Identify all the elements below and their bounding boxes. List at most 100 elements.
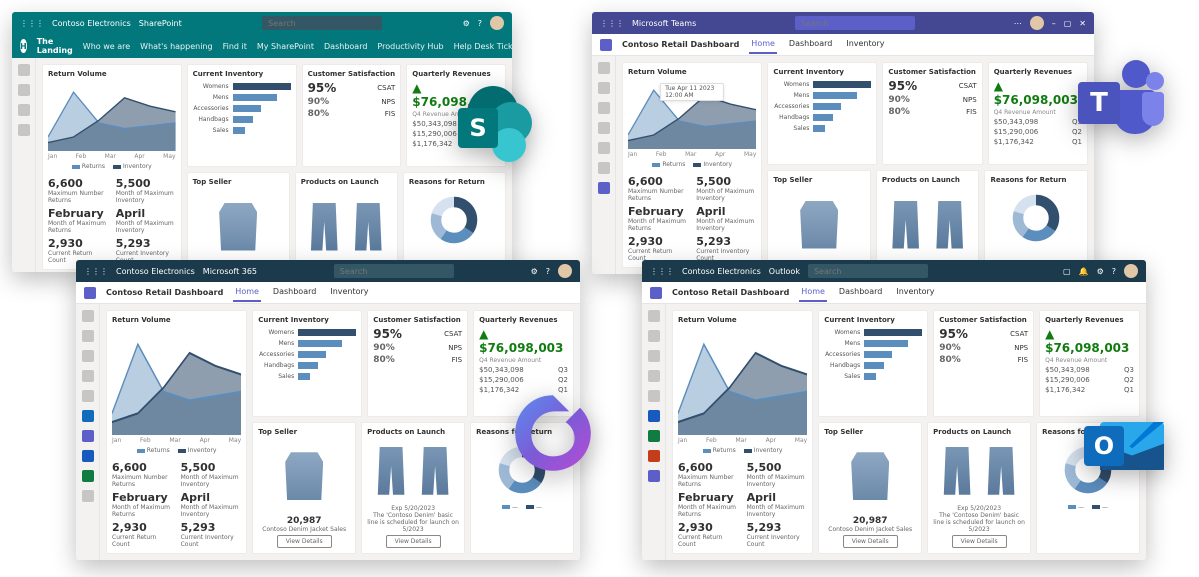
home-icon[interactable] — [82, 310, 94, 322]
word-icon[interactable] — [82, 450, 94, 462]
people-icon[interactable] — [648, 350, 660, 362]
outlook-logo-icon: O — [1080, 398, 1170, 488]
calendar-icon[interactable] — [648, 330, 660, 342]
card-title: Reasons for Return — [409, 178, 500, 186]
nav-item[interactable]: Who we are — [83, 42, 130, 51]
tab-home[interactable]: Home — [799, 283, 827, 302]
top-seller-card: Top Seller — [767, 170, 871, 268]
waffle-icon[interactable]: ⋮⋮⋮ — [650, 267, 674, 276]
nav-item[interactable]: Productivity Hub — [377, 42, 443, 51]
settings-icon[interactable]: ⚙ — [1097, 267, 1104, 276]
jeans-image — [349, 203, 387, 251]
ppt-icon[interactable] — [648, 450, 660, 462]
help-icon[interactable]: ? — [546, 267, 550, 276]
tab-dashboard[interactable]: Dashboard — [837, 283, 884, 302]
waffle-icon[interactable]: ⋮⋮⋮ — [84, 267, 108, 276]
rail-icon[interactable] — [18, 124, 30, 136]
tab-inventory[interactable]: Inventory — [328, 283, 370, 302]
outlook-icon[interactable] — [82, 410, 94, 422]
search-input[interactable] — [262, 16, 382, 30]
nav-item[interactable]: Find it — [223, 42, 247, 51]
nav-item[interactable]: What's happening — [140, 42, 212, 51]
feed-icon[interactable] — [82, 370, 94, 382]
site-nav: H The Landing Who we are What's happenin… — [12, 34, 512, 58]
teams-icon[interactable] — [82, 430, 94, 442]
card-title: Quarterly Revenues — [1045, 316, 1134, 324]
excel-icon[interactable] — [648, 430, 660, 442]
card-title: Products on Launch — [933, 428, 1025, 436]
org-name: Contoso Electronics — [682, 267, 761, 276]
tab-home[interactable]: Home — [749, 35, 777, 54]
notification-icon[interactable]: 🔔 — [1079, 267, 1089, 276]
files-icon[interactable] — [598, 162, 610, 174]
avatar[interactable] — [558, 264, 572, 278]
view-details-button[interactable]: View Details — [277, 535, 332, 548]
m365-window: ⋮⋮⋮ Contoso Electronics Microsoft 365 ⚙ … — [76, 260, 580, 560]
apps-icon[interactable] — [82, 390, 94, 402]
nav-item[interactable]: Dashboard — [324, 42, 367, 51]
maximize-icon[interactable]: ▢ — [1064, 19, 1072, 28]
card-title: Top Seller — [824, 428, 916, 436]
search-input[interactable] — [334, 264, 454, 278]
view-details-button[interactable]: View Details — [843, 535, 898, 548]
mail-icon[interactable] — [648, 310, 660, 322]
view-details-button[interactable]: View Details — [952, 535, 1007, 548]
avatar[interactable] — [1030, 16, 1044, 30]
more-icon[interactable]: ⋯ — [1014, 19, 1022, 28]
bar — [233, 105, 261, 112]
view-details-button[interactable]: View Details — [386, 535, 441, 548]
word-icon[interactable] — [648, 410, 660, 422]
site-logo-icon[interactable]: H — [20, 39, 27, 53]
chart-legend: Returns Inventory — [48, 163, 176, 170]
mycontent-icon[interactable] — [82, 350, 94, 362]
tab-dashboard[interactable]: Dashboard — [271, 283, 318, 302]
top-seller-card: Top Seller — [187, 172, 290, 270]
calls-icon[interactable] — [598, 142, 610, 154]
search-input[interactable] — [808, 264, 928, 278]
excel-icon[interactable] — [82, 470, 94, 482]
tab-home[interactable]: Home — [233, 283, 261, 302]
todo-icon[interactable] — [648, 390, 660, 402]
m365-rail — [76, 304, 100, 560]
app-icon[interactable] — [598, 182, 610, 194]
avatar[interactable] — [490, 16, 504, 30]
avatar[interactable] — [1124, 264, 1138, 278]
create-icon[interactable] — [82, 330, 94, 342]
help-icon[interactable]: ? — [1112, 267, 1116, 276]
host-name: Microsoft 365 — [203, 267, 257, 276]
help-icon[interactable]: ? — [478, 19, 482, 28]
date-tooltip: Tue Apr 11 2023 12:00 AM — [660, 83, 724, 101]
close-icon[interactable]: ✕ — [1079, 19, 1086, 28]
search-input[interactable] — [795, 16, 915, 30]
app-icon[interactable] — [648, 470, 660, 482]
nav-item[interactable]: My SharePoint — [257, 42, 314, 51]
minimize-icon[interactable]: – — [1052, 19, 1056, 28]
jeans-image — [887, 201, 925, 249]
tab-inventory[interactable]: Inventory — [844, 35, 886, 54]
stat-label: Month of Maximum Inventory — [116, 190, 176, 204]
nav-item[interactable]: Help Desk Tickets — [454, 42, 512, 51]
waffle-icon[interactable]: ⋮⋮⋮ — [20, 19, 44, 28]
chat-icon[interactable] — [598, 82, 610, 94]
teams-titlebar: ⋮⋮⋮ Microsoft Teams ⋯ – ▢ ✕ — [592, 12, 1094, 34]
site-title: The Landing — [37, 37, 73, 55]
activity-icon[interactable] — [598, 62, 610, 74]
meet-icon[interactable]: ▢ — [1063, 267, 1071, 276]
rail-icon[interactable] — [18, 64, 30, 76]
bar — [233, 94, 277, 101]
more-icon[interactable] — [82, 490, 94, 502]
card-title: Return Volume — [48, 70, 176, 78]
settings-icon[interactable]: ⚙ — [463, 19, 470, 28]
jacket-image — [219, 203, 257, 251]
files-icon[interactable] — [648, 370, 660, 382]
outlook-rail — [642, 304, 666, 560]
rail-icon[interactable] — [18, 84, 30, 96]
tab-inventory[interactable]: Inventory — [894, 283, 936, 302]
waffle-icon[interactable]: ⋮⋮⋮ — [600, 19, 624, 28]
app-title: Contoso Retail Dashboard — [622, 40, 739, 49]
rail-icon[interactable] — [18, 104, 30, 116]
teams-icon[interactable] — [598, 102, 610, 114]
calendar-icon[interactable] — [598, 122, 610, 134]
tab-dashboard[interactable]: Dashboard — [787, 35, 834, 54]
settings-icon[interactable]: ⚙ — [531, 267, 538, 276]
